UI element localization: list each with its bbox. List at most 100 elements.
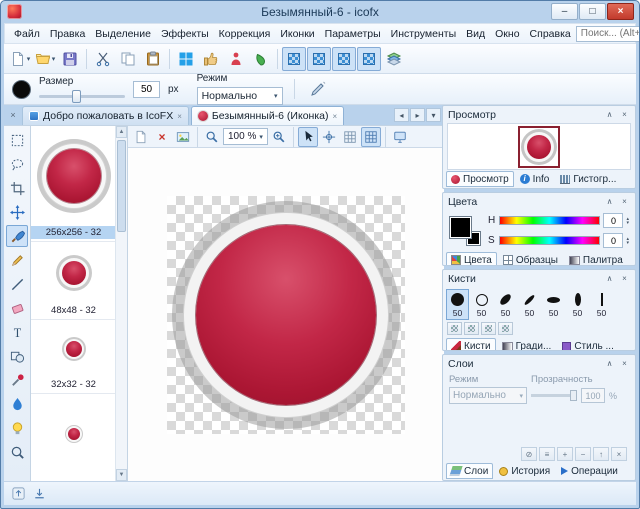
resource-button[interactable] (224, 47, 248, 71)
close-panel-icon[interactable]: × (619, 274, 630, 283)
tab-history[interactable]: История (494, 463, 555, 479)
copy-button[interactable] (116, 47, 140, 71)
icon-list-scrollbar[interactable]: ▲ ▼ (115, 126, 127, 481)
menu-adjustments[interactable]: Коррекция (214, 26, 276, 42)
size-input[interactable] (133, 81, 160, 98)
layer-mode-select[interactable]: Нормально ▾ (449, 387, 527, 404)
brush-option-4-toggle[interactable] (498, 322, 513, 335)
mode-select[interactable]: Нормально ▾ (197, 87, 283, 105)
windows-export-button[interactable] (174, 47, 198, 71)
close-button[interactable]: × (607, 3, 634, 20)
menu-parameters[interactable]: Параметры (320, 26, 386, 42)
slider-thumb[interactable] (570, 390, 577, 401)
close-panel-icon[interactable]: × (619, 110, 630, 119)
line-tool[interactable] (6, 273, 28, 295)
size-slider[interactable] (39, 90, 125, 103)
status-upload-button[interactable] (9, 485, 27, 503)
brush-ellipse-horizontal[interactable]: 50 (542, 289, 565, 320)
hue-slider[interactable] (499, 216, 600, 225)
brush-tool[interactable] (6, 225, 28, 247)
foreground-color-swatch[interactable] (449, 216, 472, 239)
layer-action-3-button[interactable]: + (557, 447, 573, 461)
layer-action-5-button[interactable]: ↑ (593, 447, 609, 461)
pointer-mode-toggle[interactable] (298, 127, 318, 147)
brush-ellipse-vertical[interactable]: 50 (566, 289, 589, 320)
layer-action-1-button[interactable]: ⊘ (521, 447, 537, 461)
tab-histogram[interactable]: Гистогр... (555, 171, 621, 187)
layer-action-4-button[interactable]: − (575, 447, 591, 461)
hue-input[interactable] (603, 213, 623, 228)
tab-scroll-left-button[interactable]: ◂ (394, 108, 409, 122)
fill-tool[interactable] (6, 393, 28, 415)
tab-operations[interactable]: Операции (556, 463, 623, 479)
marquee-select-tool[interactable] (6, 129, 28, 151)
precision-mode-button[interactable] (319, 127, 339, 147)
menu-icons[interactable]: Иконки (275, 26, 319, 42)
eraser-tool[interactable] (6, 297, 28, 319)
minimize-button[interactable]: – (551, 3, 578, 20)
slider-thumb[interactable] (72, 90, 81, 103)
artboard[interactable] (167, 196, 405, 434)
layer-action-6-button[interactable]: × (611, 447, 627, 461)
tab-colors[interactable]: Цвета (446, 252, 497, 266)
scroll-down-icon[interactable]: ▼ (116, 469, 127, 481)
brush-line-vertical[interactable]: 50 (590, 289, 613, 320)
paste-button[interactable] (141, 47, 165, 71)
lighten-tool[interactable] (6, 417, 28, 439)
zoom-menu-button[interactable] (202, 127, 222, 147)
layer-action-2-button[interactable]: ≡ (539, 447, 555, 461)
collapse-icon[interactable]: ∧ (604, 274, 615, 283)
brush-round-outline[interactable]: 50 (470, 289, 493, 320)
list-item-48[interactable]: 48x48 - 32 (31, 242, 116, 320)
close-panel-icon[interactable]: × (619, 359, 630, 368)
view-mode-4-toggle[interactable] (357, 47, 381, 71)
tab-info[interactable]: iInfo (515, 171, 555, 187)
zoom-level-select[interactable]: 100 % ▾ (223, 128, 268, 145)
spin-down-icon[interactable]: ▾ (626, 221, 629, 225)
menu-view[interactable]: Вид (461, 26, 490, 42)
lasso-select-tool[interactable] (6, 153, 28, 175)
brush-option-1-toggle[interactable] (447, 322, 462, 335)
view-mode-1-toggle[interactable] (282, 47, 306, 71)
menu-selection[interactable]: Выделение (90, 26, 156, 42)
brush-option-3-toggle[interactable] (481, 322, 496, 335)
brush-round-solid[interactable]: 50 (446, 289, 469, 320)
menu-edit[interactable]: Правка (45, 26, 90, 42)
brush-ellipse-thin[interactable]: 50 (518, 289, 541, 320)
preview-thumbnail[interactable] (518, 126, 560, 168)
close-panel-icon[interactable]: × (619, 197, 630, 206)
color-picker-tool[interactable] (6, 369, 28, 391)
current-color-swatch[interactable] (12, 80, 31, 99)
collapse-icon[interactable]: ∧ (604, 110, 615, 119)
tab-style[interactable]: Стиль ... (557, 338, 619, 351)
effects-button[interactable] (249, 47, 273, 71)
close-tab-icon[interactable]: × (177, 112, 182, 121)
tab-gradient[interactable]: Гради... (497, 338, 557, 351)
app-icon[interactable] (7, 4, 22, 19)
menu-help[interactable]: Справка (525, 26, 576, 42)
spin-down-icon[interactable]: ▾ (626, 241, 629, 245)
saturation-spinner[interactable]: ▴▾ (626, 237, 629, 245)
layers-view-button[interactable] (382, 47, 406, 71)
pixel-grid-toggle[interactable] (361, 127, 381, 147)
search-input[interactable] (576, 26, 640, 42)
menu-file[interactable]: Файл (9, 26, 45, 42)
menu-effects[interactable]: Эффекты (156, 26, 214, 42)
export-image-button[interactable] (173, 127, 193, 147)
pencil-tool[interactable] (6, 249, 28, 271)
tab-brushes[interactable]: Кисти (446, 338, 496, 351)
collapse-icon[interactable]: ∧ (604, 197, 615, 206)
grid-toggle[interactable] (340, 127, 360, 147)
open-button[interactable]: ▾ (33, 47, 57, 71)
tab-palette[interactable]: Палитра (564, 252, 628, 266)
list-item-partial[interactable] (31, 394, 116, 481)
save-button[interactable] (58, 47, 82, 71)
shapes-tool[interactable] (6, 345, 28, 367)
delete-image-button[interactable]: × (152, 127, 172, 147)
cut-button[interactable] (91, 47, 115, 71)
view-mode-3-toggle[interactable] (332, 47, 356, 71)
maximize-button[interactable]: □ (579, 3, 606, 20)
crop-tool[interactable] (6, 177, 28, 199)
scrollbar-thumb[interactable] (117, 140, 126, 232)
tab-preview[interactable]: Просмотр (446, 171, 514, 187)
